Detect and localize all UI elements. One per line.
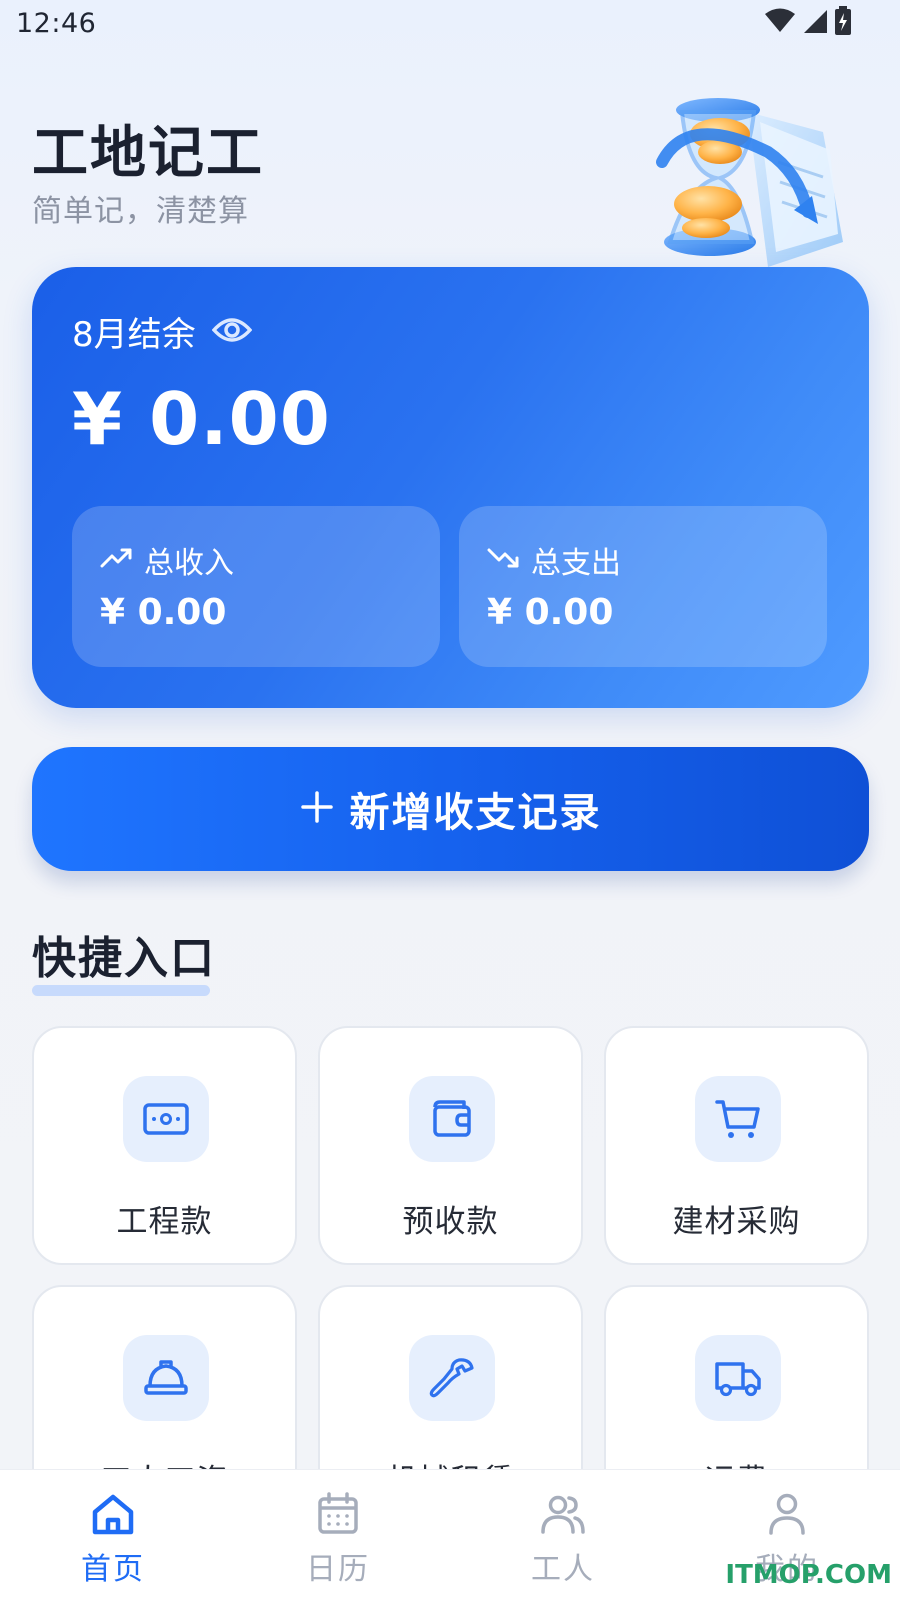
income-value: ¥ 0.00 <box>100 592 227 633</box>
wifi-icon <box>764 8 796 38</box>
users-icon <box>539 1490 587 1538</box>
status-time: 12:46 <box>16 8 97 39</box>
home-icon <box>89 1490 137 1538</box>
nav-label: 首页 <box>81 1552 145 1587</box>
quick-entry-project-payment[interactable]: 工程款 <box>32 1026 297 1265</box>
expense-label: 总支出 <box>531 546 621 581</box>
quick-section-title: 快捷入口 <box>32 933 216 984</box>
eye-icon[interactable] <box>211 316 252 348</box>
wrench-icon <box>409 1335 495 1421</box>
hourglass-coins-illustration <box>648 92 858 272</box>
tile-label: 建材采购 <box>672 1204 801 1240</box>
income-head: 总收入 <box>100 538 234 582</box>
nav-item-workers[interactable]: 工人 <box>488 1470 638 1600</box>
plus-icon <box>300 790 334 828</box>
income-summary[interactable]: 总收入 ¥ 0.00 <box>72 506 440 667</box>
wallet-icon <box>409 1076 495 1162</box>
cellular-signal-icon <box>802 8 828 38</box>
user-icon <box>763 1490 811 1538</box>
watermark: ITMOP.COM <box>725 1560 892 1590</box>
expense-head: 总支出 <box>487 538 621 582</box>
nav-label: 日历 <box>306 1552 370 1587</box>
section-underline <box>32 985 210 996</box>
tile-label: 预收款 <box>402 1204 499 1240</box>
home-screen: 12:46 工地记工 简单记，清楚算 8月结余 ¥ 0.00 总收入 ¥ 0.0… <box>0 0 900 1600</box>
app-subtitle: 简单记，清楚算 <box>32 194 249 229</box>
balance-label-row: 8月结余 <box>72 307 252 356</box>
income-label: 总收入 <box>144 546 234 581</box>
calendar-icon <box>314 1490 362 1538</box>
shopping-cart-icon <box>695 1076 781 1162</box>
trending-down-icon <box>487 546 521 574</box>
add-record-button[interactable]: 新增收支记录 <box>32 747 869 871</box>
add-record-label: 新增收支记录 <box>349 790 602 836</box>
balance-amount: ¥ 0.00 <box>72 377 331 461</box>
app-title: 工地记工 <box>32 121 264 186</box>
nav-item-calendar[interactable]: 日历 <box>263 1470 413 1600</box>
truck-icon <box>695 1335 781 1421</box>
nav-item-home[interactable]: 首页 <box>38 1470 188 1600</box>
balance-card: 8月结余 ¥ 0.00 总收入 ¥ 0.00 总支出 ¥ 0.00 <box>32 267 869 708</box>
status-bar: 12:46 <box>0 0 900 50</box>
hard-hat-icon <box>123 1335 209 1421</box>
trending-up-icon <box>100 546 134 574</box>
nav-label: 工人 <box>531 1552 595 1587</box>
quick-entry-advance-receipt[interactable]: 预收款 <box>318 1026 583 1265</box>
expense-summary[interactable]: 总支出 ¥ 0.00 <box>459 506 827 667</box>
expense-value: ¥ 0.00 <box>487 592 614 633</box>
battery-charging-icon <box>834 6 852 40</box>
balance-label: 8月结余 <box>72 315 196 355</box>
tile-label: 工程款 <box>116 1204 213 1240</box>
banknote-icon <box>123 1076 209 1162</box>
status-icons <box>764 6 852 40</box>
quick-entry-material-purchase[interactable]: 建材采购 <box>604 1026 869 1265</box>
